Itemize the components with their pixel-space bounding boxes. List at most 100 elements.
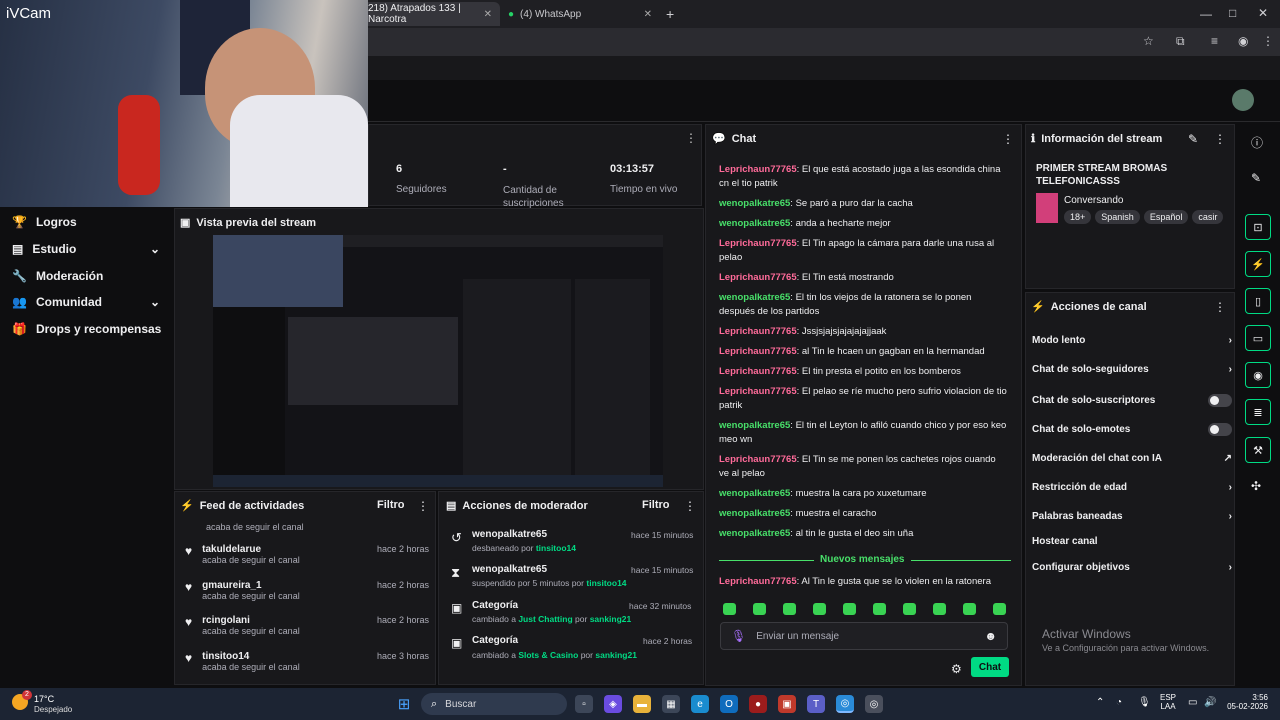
menu-icon[interactable]: ⋮: [1262, 35, 1274, 47]
action-configurar-objetivos[interactable]: Configurar objetivos ›: [1032, 562, 1232, 573]
emoji-icon[interactable]: ☻: [984, 629, 997, 643]
task-view-icon[interactable]: ▫: [575, 695, 593, 713]
toggle-switch[interactable]: [1208, 423, 1232, 436]
info-icon[interactable]: ⓘ: [1251, 134, 1263, 151]
uptime-value: 03:13:57: [610, 163, 655, 175]
action-solo-suscriptores[interactable]: Chat de solo-suscriptores: [1032, 394, 1232, 407]
external-link-icon: ↗: [1223, 453, 1232, 464]
emote-icon[interactable]: [993, 603, 1006, 615]
action-restriccion-edad[interactable]: Restricción de edad ›: [1032, 482, 1232, 493]
outlook-icon[interactable]: O: [720, 695, 738, 713]
emote-icon[interactable]: [963, 603, 976, 615]
more-icon[interactable]: ⋮: [1214, 132, 1226, 146]
category-name[interactable]: Conversando: [1064, 195, 1123, 206]
action-modo-lento[interactable]: Modo lento ›: [1032, 335, 1232, 346]
more-icon[interactable]: ⋮: [684, 499, 696, 513]
emote-icon[interactable]: [723, 603, 736, 615]
mod-actions-panel: ▤ Acciones de moderador Filtro ⋮ ↺ wenop…: [438, 491, 704, 685]
emote-icon[interactable]: [873, 603, 886, 615]
extensions-icon[interactable]: ✣: [1251, 479, 1261, 493]
clock[interactable]: 3:56 05-02-2026: [1224, 693, 1268, 711]
modactions-filter-button[interactable]: Filtro: [642, 499, 670, 511]
copilot-icon[interactable]: ◈: [604, 695, 622, 713]
tag-espanol[interactable]: Español: [1143, 210, 1189, 224]
close-tab-icon[interactable]: ✕: [644, 9, 652, 20]
emote-icon[interactable]: [843, 603, 856, 615]
gear-icon[interactable]: ⚙: [951, 662, 962, 676]
action-hostear-canal[interactable]: Hostear canal: [1032, 536, 1232, 547]
chat-message: wenopalkatre65: anda a hecharte mejor: [719, 218, 891, 229]
browser-tab-1[interactable]: 218) Atrapados 133 | Narcotra ✕: [360, 2, 500, 26]
more-icon[interactable]: ⋮: [685, 131, 697, 145]
store-icon[interactable]: ▦: [662, 695, 680, 713]
volume-icon[interactable]: 🔊: [1204, 697, 1216, 708]
preview-taskbar: [213, 475, 663, 487]
broadcast-icon[interactable]: ◉: [1245, 362, 1271, 388]
layers-icon[interactable]: ≣: [1245, 399, 1271, 425]
sidebar-item-comunidad[interactable]: 👥 Comunidad ⌄: [12, 295, 160, 309]
windows-start-icon[interactable]: ⊞: [395, 695, 413, 713]
recorder-icon[interactable]: ▣: [778, 695, 796, 713]
activity-feed-panel: ⚡ Feed de actividades Filtro ⋮ acaba de …: [174, 491, 436, 685]
sidebar-item-logros[interactable]: 🏆 Logros: [12, 215, 77, 229]
tray-chevron-icon[interactable]: ⌃: [1096, 697, 1104, 708]
emote-icon[interactable]: [903, 603, 916, 615]
emote-icon[interactable]: [753, 603, 766, 615]
mic-tray-icon[interactable]: 🎙: [1138, 697, 1151, 708]
sidebar-item-moderacion[interactable]: 🔧 Moderación: [12, 269, 103, 283]
tray-app-icon[interactable]: ◔: [1116, 697, 1122, 708]
stream-preview-video[interactable]: [213, 235, 663, 487]
edge-icon[interactable]: e: [691, 695, 709, 713]
emote-icon[interactable]: [813, 603, 826, 615]
profile-icon[interactable]: ◉: [1238, 35, 1248, 47]
chrome-icon[interactable]: ◎: [836, 695, 854, 713]
feed-filter-button[interactable]: Filtro: [377, 499, 405, 511]
chevron-right-icon: ›: [1228, 511, 1232, 522]
folder-icon[interactable]: ▬: [633, 695, 651, 713]
tag-spanish[interactable]: Spanish: [1095, 210, 1140, 224]
minimize-icon[interactable]: —: [1200, 8, 1212, 20]
wrench-icon[interactable]: ⚒: [1245, 437, 1271, 463]
teams-icon[interactable]: T: [807, 695, 825, 713]
emote-icon[interactable]: [933, 603, 946, 615]
action-palabras-baneadas[interactable]: Palabras baneadas ›: [1032, 511, 1232, 522]
media-icon[interactable]: ≡: [1211, 35, 1218, 47]
more-icon[interactable]: ⋮: [1214, 300, 1226, 314]
search-icon: ⌕: [431, 697, 438, 710]
close-tab-icon[interactable]: ✕: [484, 9, 492, 20]
toggle-switch[interactable]: [1208, 394, 1232, 407]
new-tab-icon[interactable]: +: [666, 7, 674, 21]
phone-icon[interactable]: ▯: [1245, 288, 1271, 314]
edit-icon[interactable]: ✎: [1188, 132, 1198, 146]
close-window-icon[interactable]: ✕: [1258, 7, 1268, 19]
emote-icon[interactable]: [783, 603, 796, 615]
maximize-icon[interactable]: □: [1229, 7, 1236, 19]
sidebar-item-drops[interactable]: 🎁 Drops y recompensas: [12, 322, 161, 336]
extensions-icon[interactable]: ⧉: [1176, 35, 1185, 47]
action-solo-emotes[interactable]: Chat de solo-emotes: [1032, 423, 1232, 436]
action-moderacion-ia[interactable]: Moderación del chat con IA ↗: [1032, 453, 1232, 464]
tag-18[interactable]: 18+: [1064, 210, 1092, 224]
network-icon[interactable]: ▭: [1188, 697, 1197, 708]
chat-send-button[interactable]: Chat: [971, 657, 1009, 677]
tag-casino[interactable]: casir: [1192, 210, 1224, 224]
action-solo-seguidores[interactable]: Chat de solo-seguidores ›: [1032, 364, 1232, 375]
more-icon[interactable]: ⋮: [1002, 132, 1014, 146]
language-indicator[interactable]: ESP LAA: [1160, 693, 1176, 711]
browser-tab-2[interactable]: ● (4) WhatsApp ✕: [500, 2, 660, 26]
chrome-profile-icon[interactable]: ◎: [865, 695, 883, 713]
taskbar-search[interactable]: ⌕ Buscar: [421, 693, 567, 715]
app-red-icon[interactable]: ●: [749, 695, 767, 713]
sidebar-item-estudio[interactable]: ▤ Estudio ⌄: [12, 242, 160, 256]
chat-title: Chat: [731, 132, 757, 145]
chat-icon[interactable]: ▭: [1245, 325, 1271, 351]
avatar[interactable]: [1232, 89, 1254, 111]
pencil-icon[interactable]: ✎: [1251, 171, 1261, 185]
chat-input[interactable]: 🎙 Enviar un mensaje ☻: [720, 622, 1008, 650]
stream-manager-icon[interactable]: ⊡: [1245, 214, 1271, 240]
bolt-icon[interactable]: ⚡: [1245, 251, 1271, 277]
mic-icon[interactable]: 🎙: [731, 629, 746, 643]
more-icon[interactable]: ⋮: [417, 499, 429, 513]
new-messages-label[interactable]: Nuevos mensajes: [814, 554, 911, 565]
star-icon[interactable]: ☆: [1143, 35, 1154, 47]
